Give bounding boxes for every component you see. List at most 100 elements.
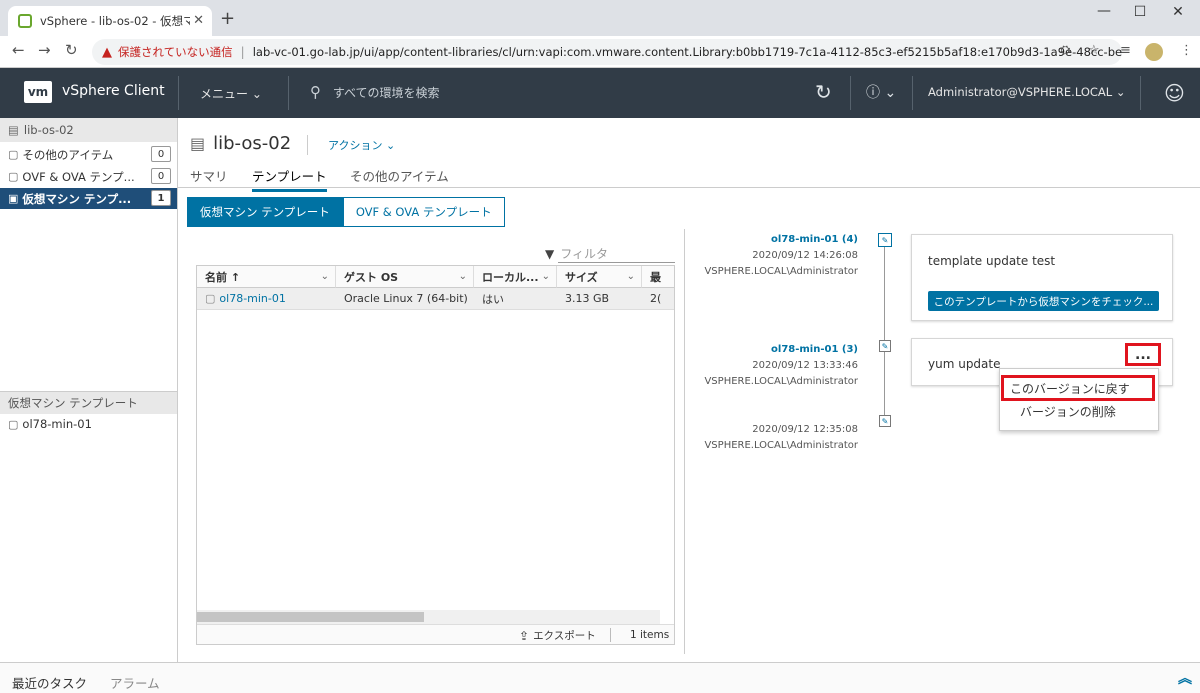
template-icon: ▢ [205, 292, 216, 305]
minimize-icon[interactable]: — [1094, 3, 1114, 19]
template-list-panel: 仮想マシン テンプレート ▢ ol78-min-01 [0, 391, 178, 662]
timeline-node-icon: ✎ [879, 415, 891, 427]
template-grid: 名前 ↑ ⌄ ゲスト OS ⌄ ローカル... ⌄ サイズ ⌄ 最 ▢ ol78-min-… [196, 265, 675, 645]
vsphere-favicon-icon [18, 14, 32, 28]
global-search[interactable]: ⚲ すべての環境を検索 [310, 83, 440, 101]
actions-dropdown[interactable]: アクション ⌄ [328, 137, 395, 153]
version-name[interactable]: ol78-min-01 (3) [658, 342, 858, 358]
browser-tab[interactable]: vSphere - lib-os-02 - 仮想マシン テ ✕ [8, 6, 212, 36]
header-divider [1140, 76, 1141, 110]
address-bar: ← → ↻ ▲ 保護されていない通信 | lab-vc-01.go-lab.jp… [0, 36, 1200, 68]
window-close-icon[interactable]: ✕ [1168, 4, 1188, 20]
page-title: ▤ lib-os-02 [190, 133, 291, 154]
sidebar-item-vm-templates[interactable]: ▣ 仮想マシン テンプ... 1 [0, 188, 177, 209]
sidebar-item-label: OVF & OVA テンプ... [22, 169, 135, 184]
export-label: エクスポート [533, 630, 596, 642]
column-header-local[interactable]: ローカル... ⌄ [474, 266, 557, 288]
list-item-label: ol78-min-01 [22, 417, 92, 431]
tab-alarms[interactable]: アラーム [110, 673, 160, 692]
sidebar-item-ovf[interactable]: ▢ OVF & OVA テンプ... 0 [0, 166, 177, 187]
profile-avatar[interactable] [1145, 43, 1163, 61]
tab-title: vSphere - lib-os-02 - 仮想マシン テ [40, 14, 190, 28]
filter-placeholder: フィルタ [560, 247, 608, 261]
header-divider [850, 76, 851, 110]
menu-item-delete-version[interactable]: バージョンの削除 [1020, 403, 1116, 420]
bottom-task-bar: 最近のタスク アラーム ︽ [0, 662, 1200, 693]
export-button[interactable]: ⇪ エクスポート [519, 628, 596, 643]
tab-underline [178, 187, 1200, 188]
chrome-menu-icon[interactable]: ⋮ [1180, 43, 1193, 58]
tab-summary[interactable]: サマリ [190, 166, 228, 189]
scrollbar-thumb[interactable] [197, 612, 424, 622]
export-icon: ⇪ [519, 628, 530, 643]
library-icon: ▤ [8, 123, 19, 137]
search-icon: ⚲ [310, 83, 321, 101]
count-badge: 0 [151, 146, 171, 162]
timeline-line [884, 240, 885, 420]
ovf-templates-button[interactable]: OVF & OVA テンプレート [342, 197, 505, 227]
more-actions-button[interactable]: ... [1125, 343, 1161, 366]
browser-tab-bar: vSphere - lib-os-02 - 仮想マシン テ ✕ + — ☐ ✕ [0, 0, 1200, 36]
close-tab-icon[interactable]: ✕ [193, 13, 204, 28]
menu-item-revert-version[interactable]: このバージョンに戻す [1001, 375, 1155, 401]
app-name: vSphere Client [62, 83, 165, 99]
navigator-header[interactable]: ▤ lib-os-02 [0, 118, 177, 142]
help-icon[interactable]: ⓘ ⌄ [866, 82, 896, 102]
column-header-name[interactable]: 名前 ↑ ⌄ [197, 266, 336, 288]
menu-dropdown[interactable]: メニュー ⌄ [200, 85, 262, 102]
column-header-size[interactable]: サイズ ⌄ [557, 266, 642, 288]
sidebar-item-other[interactable]: ▢ その他のアイテム 0 [0, 144, 177, 165]
filter-input[interactable]: ▼ フィルタ [545, 245, 608, 262]
count-badge: 0 [151, 168, 171, 184]
header-divider [288, 76, 289, 110]
translate-icon[interactable]: ⛭ [1060, 43, 1070, 58]
sidebar-item-label: 仮想マシン テンプ... [22, 191, 132, 206]
version-user: VSPHERE.LOCAL\Administrator [704, 376, 858, 387]
version-name[interactable]: ol78-min-01 (4) [658, 232, 858, 248]
user-menu[interactable]: Administrator@VSPHERE.LOCAL ⌄ [928, 85, 1125, 99]
version-user: VSPHERE.LOCAL\Administrator [704, 266, 858, 277]
tab-recent-tasks[interactable]: 最近のタスク [12, 673, 87, 692]
tab-other-items[interactable]: その他のアイテム [350, 166, 449, 189]
version-user: VSPHERE.LOCAL\Administrator [704, 440, 858, 451]
vm-templates-button[interactable]: 仮想マシン テンプレート [187, 197, 343, 227]
header-divider [912, 76, 913, 110]
tab-templates[interactable]: テンプレート [252, 166, 327, 192]
list-item[interactable]: ▢ ol78-min-01 [0, 414, 177, 434]
version-card: template update test このテンプレートから仮想マシンをチェッ… [911, 234, 1173, 321]
column-header-guest-os[interactable]: ゲスト OS ⌄ [336, 266, 474, 288]
version-meta: 2020/09/12 12:35:08 VSPHERE.LOCAL\Admini… [658, 422, 858, 454]
refresh-icon[interactable]: ↻ [815, 80, 832, 104]
bookmark-star-icon[interactable]: ☆ [1088, 43, 1100, 58]
horizontal-scrollbar[interactable] [197, 610, 660, 624]
footer-divider [610, 628, 611, 642]
forward-icon[interactable]: → [38, 41, 51, 59]
checkout-vm-button[interactable]: このテンプレートから仮想マシンをチェック... [928, 291, 1159, 311]
version-meta: ol78-min-01 (3) 2020/09/12 13:33:46 VSPH… [658, 342, 858, 390]
feedback-smiley-icon[interactable]: ☺ [1164, 81, 1185, 105]
ovf-template-icon: ▢ [8, 170, 19, 183]
cell-name[interactable]: ▢ ol78-min-01 [197, 288, 336, 310]
maximize-icon[interactable]: ☐ [1130, 4, 1150, 20]
document-icon: ▢ [8, 148, 19, 161]
vm-logo: vm [24, 81, 52, 103]
back-icon[interactable]: ← [12, 41, 25, 59]
item-count: 1 items [630, 629, 670, 641]
title-divider [307, 135, 308, 155]
expand-panel-icon[interactable]: ︽ [1178, 668, 1192, 688]
version-meta: ol78-min-01 (4) 2020/09/12 14:26:08 VSPH… [658, 232, 858, 280]
version-date: 2020/09/12 12:35:08 [752, 424, 858, 435]
library-icon: ▤ [190, 134, 206, 153]
template-type-toggle: 仮想マシン テンプレート OVF & OVA テンプレート [187, 197, 505, 227]
new-tab-button[interactable]: + [220, 8, 235, 29]
timeline-node-icon: ✎ [878, 233, 892, 247]
url-field[interactable]: ▲ 保護されていない通信 | lab-vc-01.go-lab.jp/ui/ap… [92, 39, 1122, 65]
count-badge: 1 [151, 190, 171, 206]
insecure-label: 保護されていない通信 [118, 45, 233, 59]
cell-guest-os: Oracle Linux 7 (64-bit) [336, 288, 474, 310]
page-title-text: lib-os-02 [213, 133, 292, 154]
cell-last: 2( [642, 288, 674, 310]
media-control-icon[interactable]: ≡ [1120, 43, 1131, 58]
reload-icon[interactable]: ↻ [65, 41, 78, 59]
url-separator: | [240, 45, 245, 59]
